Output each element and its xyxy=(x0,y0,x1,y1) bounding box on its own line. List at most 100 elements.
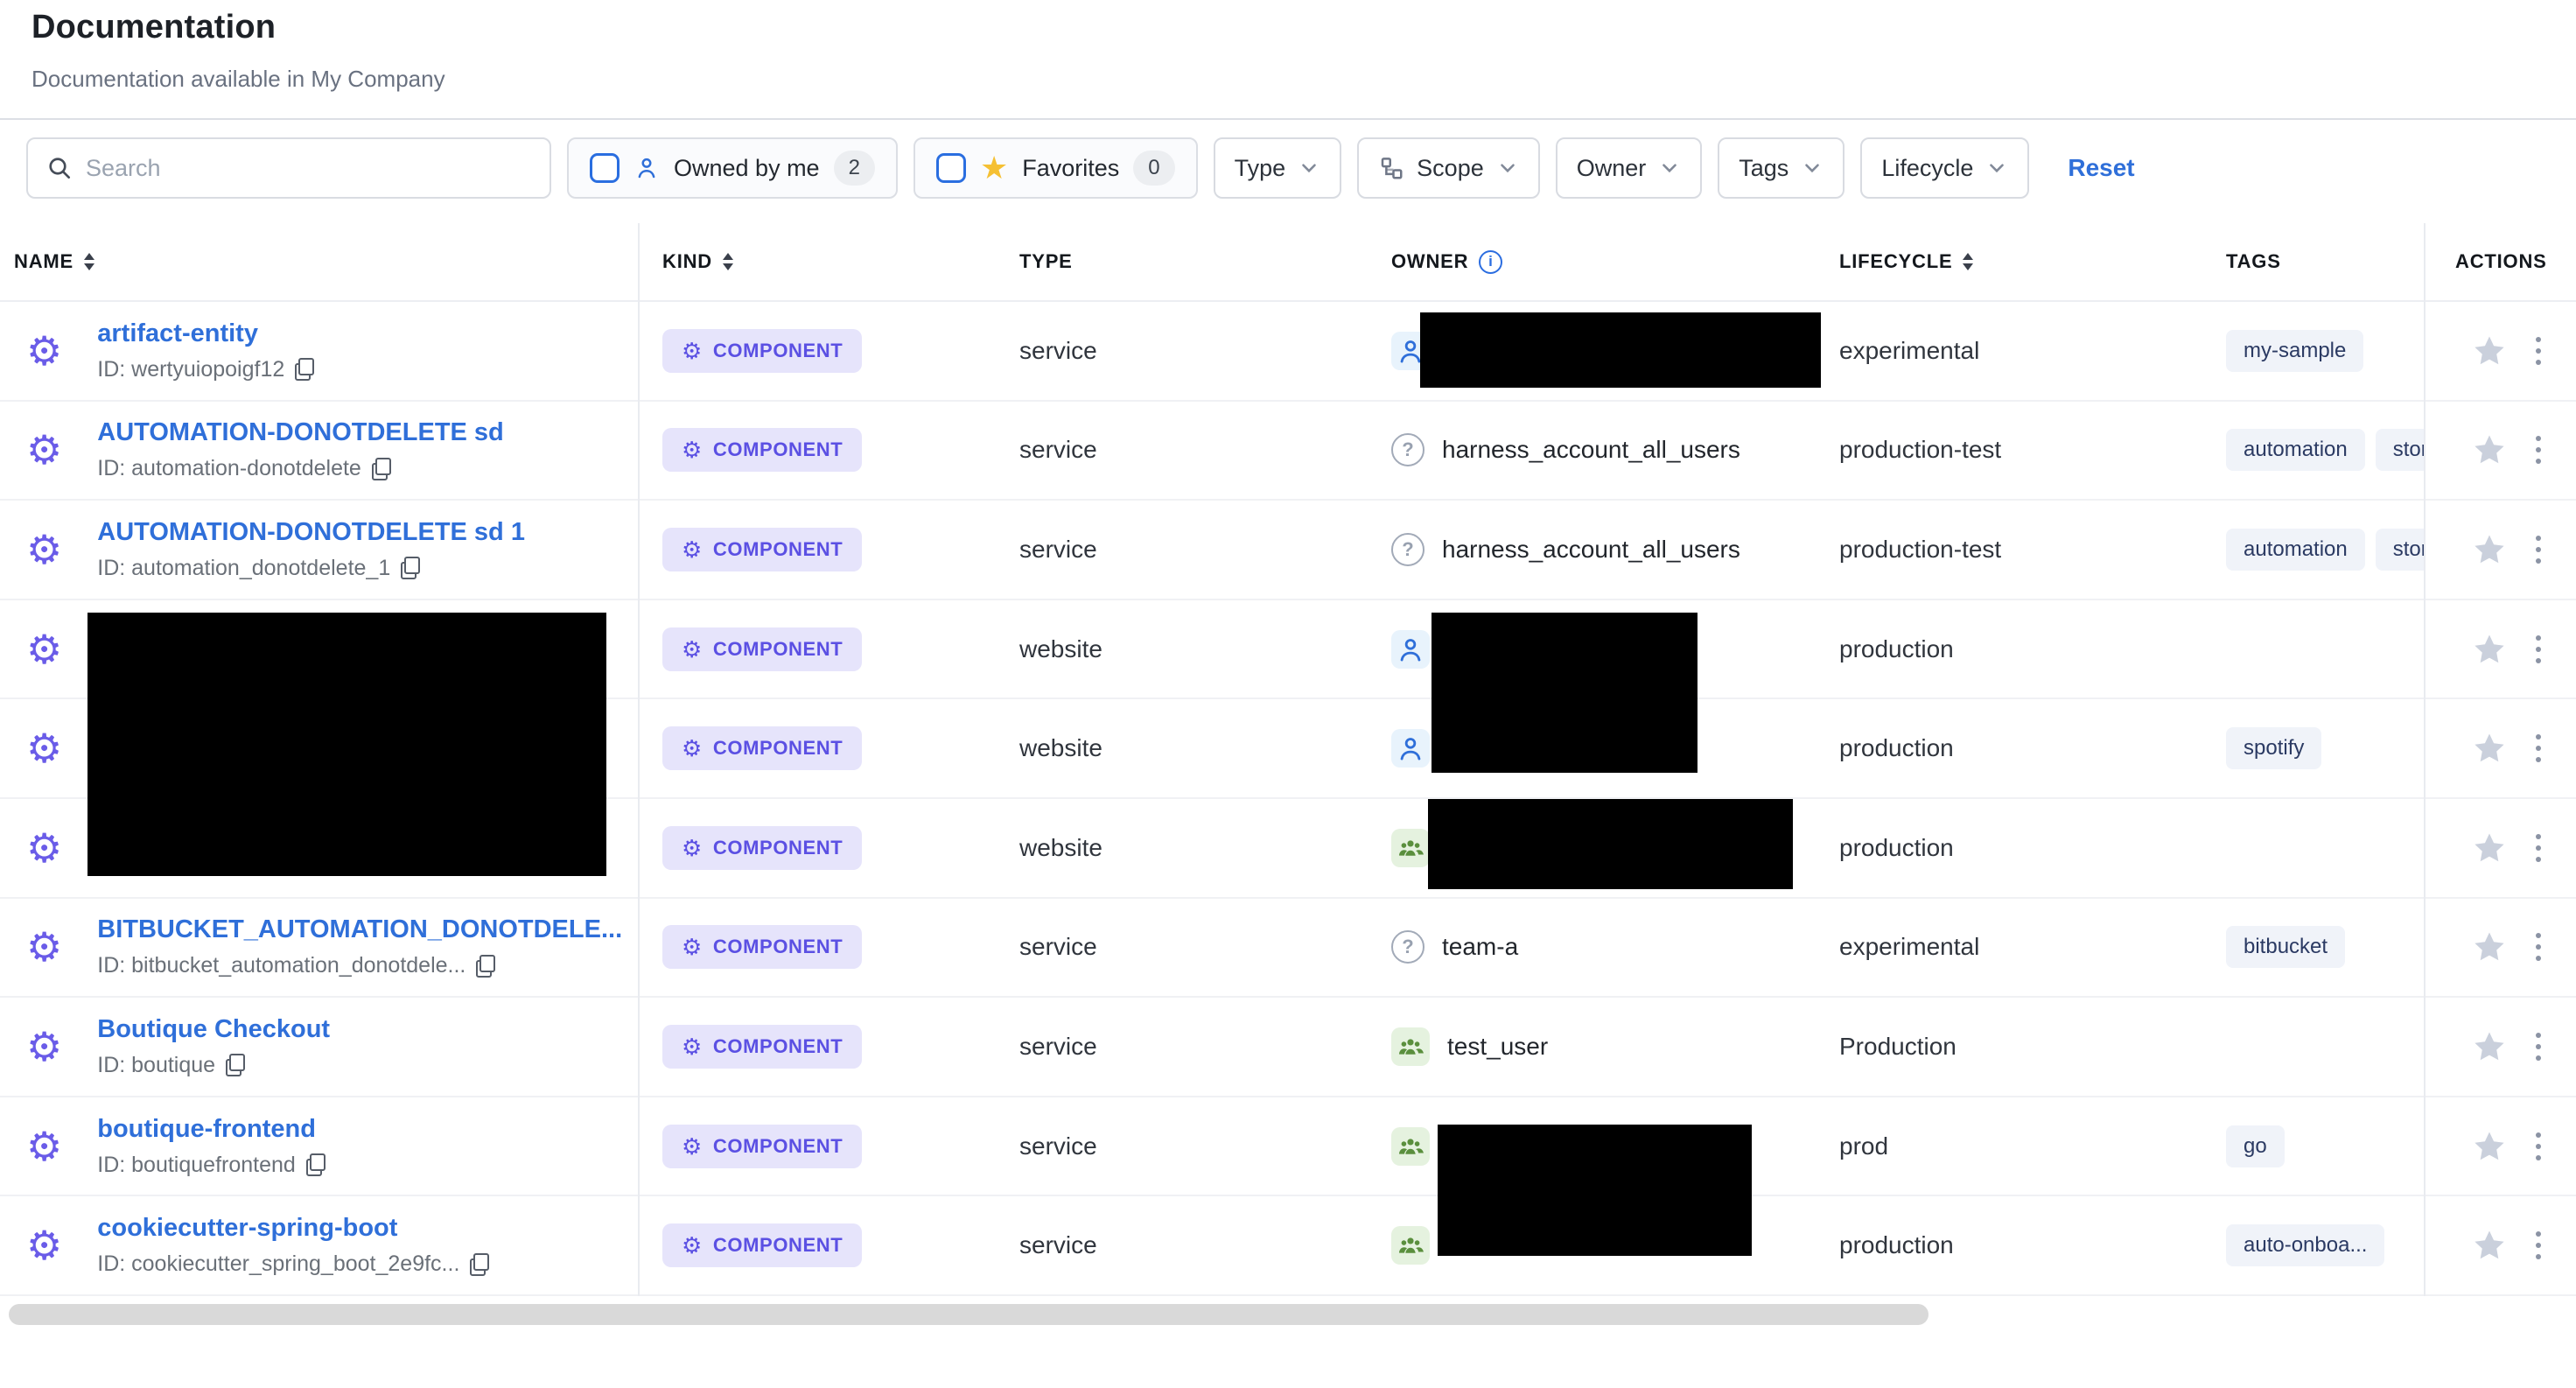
favorites-checkbox[interactable] xyxy=(936,153,966,183)
lifecycle-cell: production-test xyxy=(1820,402,2205,500)
sort-icon xyxy=(1963,253,1973,270)
search-box[interactable] xyxy=(26,137,551,199)
sort-icon xyxy=(84,253,94,270)
type-cell: service xyxy=(998,402,1365,500)
kind-cell: ⚙︎COMPONENT xyxy=(638,699,998,797)
type-dropdown[interactable]: Type xyxy=(1214,137,1342,199)
copy-icon[interactable] xyxy=(306,1153,326,1176)
owned-by-me-count: 2 xyxy=(834,151,875,186)
page-header: Documentation Documentation available in… xyxy=(32,9,445,93)
copy-icon[interactable] xyxy=(226,1054,245,1076)
chevron-down-icon xyxy=(1801,157,1824,179)
kind-badge: ⚙︎COMPONENT xyxy=(662,1125,862,1168)
kebab-menu-icon[interactable] xyxy=(2532,1228,2544,1263)
owned-by-me-checkbox[interactable] xyxy=(590,153,620,183)
kind-badge: ⚙︎COMPONENT xyxy=(662,627,862,671)
entity-name-link[interactable]: AUTOMATION-DONOTDELETE sd 1 xyxy=(97,518,525,547)
gear-icon: ⚙︎ xyxy=(682,936,703,958)
column-divider xyxy=(638,223,640,1296)
entity-name-link[interactable]: AUTOMATION-DONOTDELETE sd xyxy=(97,418,504,447)
type-cell: service xyxy=(998,1097,1365,1195)
copy-icon[interactable] xyxy=(476,955,495,978)
header-divider xyxy=(0,118,2576,120)
favorite-star-icon[interactable] xyxy=(2471,631,2508,668)
owner-name: harness_account_all_users xyxy=(1442,436,1740,464)
tags-cell: bitbucket xyxy=(2205,899,2424,997)
question-icon xyxy=(1391,930,1424,964)
entity-name-link[interactable]: Boutique Checkout xyxy=(97,1015,330,1044)
owner-cell: test_user xyxy=(1365,998,1820,1096)
gear-icon: ⚙︎ xyxy=(682,340,703,362)
name-block: artifact-entity ID: wertyuiopoigf12 xyxy=(97,319,314,382)
name-cell: ⚙︎ boutique-frontend ID: boutiquefronten… xyxy=(0,1097,638,1195)
entity-name-link[interactable]: BITBUCKET_AUTOMATION_DONOTDELE... xyxy=(97,915,622,944)
gear-icon: ⚙︎ xyxy=(26,331,62,371)
kind-badge: ⚙︎COMPONENT xyxy=(662,528,862,571)
gear-icon: ⚙︎ xyxy=(26,430,62,470)
owner-name: test_user xyxy=(1447,1033,1548,1061)
tags-cell: go xyxy=(2205,1097,2424,1195)
scope-dropdown[interactable]: Scope xyxy=(1357,137,1540,199)
actions-cell xyxy=(2424,600,2576,698)
info-icon[interactable] xyxy=(1479,250,1502,274)
copy-icon[interactable] xyxy=(295,358,314,381)
tags-dropdown[interactable]: Tags xyxy=(1718,137,1844,199)
favorite-star-icon[interactable] xyxy=(2471,333,2508,369)
column-header-tags: TAGS xyxy=(2205,250,2424,273)
copy-icon[interactable] xyxy=(372,458,391,480)
actions-cell xyxy=(2424,1196,2576,1294)
kebab-menu-icon[interactable] xyxy=(2532,929,2544,964)
gear-icon: ⚙︎ xyxy=(26,828,62,868)
kebab-menu-icon[interactable] xyxy=(2532,632,2544,667)
favorite-star-icon[interactable] xyxy=(2471,1227,2508,1264)
table-row: ⚙︎ Boutique Checkout ID: boutique ⚙︎COMP… xyxy=(0,998,2576,1097)
favorite-star-icon[interactable] xyxy=(2471,1128,2508,1165)
horizontal-scrollbar[interactable] xyxy=(9,1304,1928,1325)
kebab-menu-icon[interactable] xyxy=(2532,532,2544,567)
owned-by-me-filter[interactable]: Owned by me 2 xyxy=(567,137,898,199)
entity-name-link[interactable]: cookiecutter-spring-boot xyxy=(97,1214,489,1243)
lifecycle-dropdown[interactable]: Lifecycle xyxy=(1860,137,2029,199)
copy-icon[interactable] xyxy=(401,557,420,579)
kind-badge: ⚙︎COMPONENT xyxy=(662,1025,862,1069)
search-icon xyxy=(46,154,74,182)
type-cell: service xyxy=(998,998,1365,1096)
column-header-kind[interactable]: KIND xyxy=(638,250,998,273)
copy-icon[interactable] xyxy=(470,1253,489,1276)
table-row: ⚙︎ boutique-frontend ID: boutiquefronten… xyxy=(0,1097,2576,1197)
kebab-menu-icon[interactable] xyxy=(2532,731,2544,766)
column-header-lifecycle[interactable]: LIFECYCLE xyxy=(1820,250,2205,273)
favorites-filter[interactable]: ★ Favorites 0 xyxy=(914,137,1198,199)
favorite-star-icon[interactable] xyxy=(2471,830,2508,866)
tags-dropdown-label: Tags xyxy=(1739,155,1788,182)
redaction-box xyxy=(1432,613,1698,773)
favorite-star-icon[interactable] xyxy=(2471,431,2508,468)
kebab-menu-icon[interactable] xyxy=(2532,1029,2544,1064)
kebab-menu-icon[interactable] xyxy=(2532,333,2544,368)
kebab-menu-icon[interactable] xyxy=(2532,831,2544,866)
entity-name-link[interactable]: artifact-entity xyxy=(97,319,314,348)
favorite-star-icon[interactable] xyxy=(2471,929,2508,965)
tags-cell: automationstor xyxy=(2205,402,2424,500)
kebab-menu-icon[interactable] xyxy=(2532,1129,2544,1164)
name-cell: ⚙︎ BITBUCKET_AUTOMATION_DONOTDELE... ID:… xyxy=(0,899,638,997)
reset-button[interactable]: Reset xyxy=(2068,154,2134,182)
owner-dropdown[interactable]: Owner xyxy=(1556,137,1703,199)
user-icon xyxy=(1391,729,1430,768)
gear-icon: ⚙︎ xyxy=(682,538,703,561)
kebab-menu-icon[interactable] xyxy=(2532,432,2544,467)
favorite-star-icon[interactable] xyxy=(2471,531,2508,568)
table-header: NAME KIND TYPE OWNER LIFECYCLE TAGS xyxy=(0,223,2576,302)
column-header-name[interactable]: NAME xyxy=(0,250,638,273)
actions-cell xyxy=(2424,501,2576,599)
redaction-box xyxy=(1428,799,1793,889)
star-icon: ★ xyxy=(980,152,1008,184)
type-dropdown-label: Type xyxy=(1235,155,1286,182)
actions-cell xyxy=(2424,799,2576,897)
entity-name-link[interactable]: boutique-frontend xyxy=(97,1115,326,1144)
favorite-star-icon[interactable] xyxy=(2471,1028,2508,1065)
lifecycle-cell: experimental xyxy=(1820,899,2205,997)
lifecycle-cell: experimental xyxy=(1820,302,2205,400)
search-input[interactable] xyxy=(86,155,532,182)
favorite-star-icon[interactable] xyxy=(2471,730,2508,767)
